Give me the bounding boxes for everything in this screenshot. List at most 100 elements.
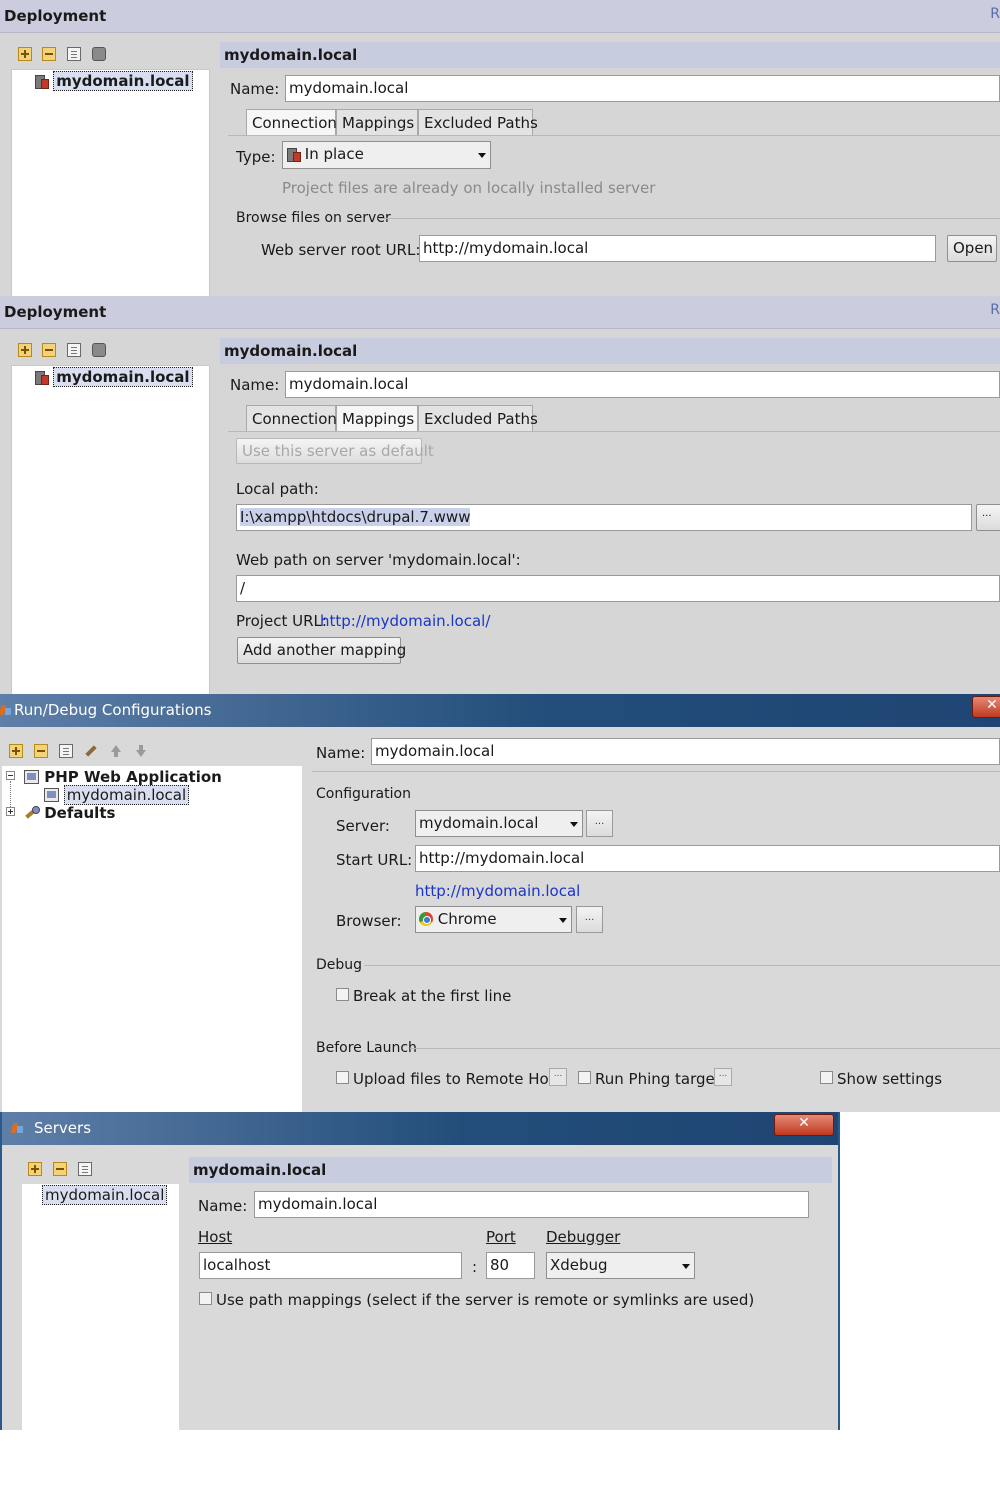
browser-more-button[interactable]: ... [576, 906, 603, 933]
type-hint: Project files are already on locally ins… [282, 179, 656, 197]
deployment-header: Deployment R [0, 0, 1000, 33]
start-url-label: Start URL: [336, 851, 413, 869]
use-as-default-button[interactable]: Use this server as default [236, 438, 434, 464]
debugger-label: Debugger [546, 1228, 621, 1246]
tree-item-mydomain[interactable]: mydomain.local [34, 71, 193, 91]
add-mapping-button[interactable]: Add another mapping [237, 637, 406, 664]
php-web-app-icon [44, 788, 59, 802]
tab-strip: Connection Mappings Excluded Paths [246, 109, 546, 136]
deployment-header: Deployment R [0, 296, 1000, 329]
port-field[interactable]: 80 [486, 1252, 535, 1279]
tree-group-php[interactable]: PHP Web Application [24, 768, 222, 786]
local-path-field[interactable]: I:\xampp\htdocs\drupal.7.www [236, 504, 972, 531]
close-button[interactable]: ✕ [972, 696, 1000, 718]
name-field[interactable]: mydomain.local [285, 371, 1000, 398]
tree-item-label: mydomain.local [63, 785, 190, 805]
upload-files-checkbox[interactable] [336, 1071, 349, 1084]
remove-icon[interactable] [53, 1162, 67, 1176]
start-url-field[interactable]: http://mydomain.local [415, 845, 1000, 872]
name-field[interactable]: mydomain.local [254, 1191, 809, 1218]
tab-excluded-paths[interactable]: Excluded Paths [418, 405, 538, 431]
host-port-colon: : [472, 1258, 478, 1276]
run-debug-panel: Run/Debug Configurations ✕ PHP Web Appli… [0, 694, 1000, 1112]
use-path-mappings-label: Use path mappings (select if the server … [216, 1291, 755, 1309]
close-button[interactable]: ✕ [774, 1114, 834, 1136]
add-icon[interactable] [28, 1162, 42, 1176]
copy-icon[interactable] [67, 47, 81, 61]
type-select[interactable]: In place [282, 141, 491, 169]
browser-label: Browser: [336, 912, 402, 930]
browse-button[interactable]: ... [976, 504, 1000, 531]
server-label: Server: [336, 817, 390, 835]
debugger-select[interactable]: Xdebug [546, 1252, 695, 1279]
remove-icon[interactable] [42, 343, 56, 357]
window-titlebar: Servers ✕ [2, 1112, 838, 1145]
copy-icon[interactable] [67, 343, 81, 357]
upload-files-label: Upload files to Remote Host [353, 1070, 563, 1088]
tab-excluded-paths[interactable]: Excluded Paths [418, 109, 538, 135]
tab-strip: Connection Mappings Excluded Paths [246, 405, 546, 432]
tab-mappings[interactable]: Mappings [336, 109, 418, 135]
defaults-icon [24, 805, 40, 820]
web-root-field[interactable]: http://mydomain.local [419, 235, 936, 262]
run-phing-checkbox[interactable] [578, 1071, 591, 1084]
server-more-button[interactable]: ... [586, 810, 613, 837]
add-icon[interactable] [9, 744, 23, 758]
window-titlebar: Run/Debug Configurations ✕ [0, 694, 1000, 727]
name-field[interactable]: mydomain.local [285, 75, 1000, 102]
database-icon[interactable] [92, 343, 106, 357]
name-field[interactable]: mydomain.local [371, 738, 1000, 765]
debugger-select-value: Xdebug [550, 1256, 608, 1274]
header-right-link[interactable]: R [990, 6, 1000, 22]
copy-icon[interactable] [78, 1162, 92, 1176]
servers-list: mydomain.local [22, 1184, 179, 1430]
add-icon[interactable] [18, 47, 32, 61]
local-path-value: I:\xampp\htdocs\drupal.7.www [240, 508, 471, 526]
list-item-mydomain[interactable]: mydomain.local [42, 1185, 168, 1205]
remove-icon[interactable] [34, 744, 48, 758]
copy-icon[interactable] [59, 744, 73, 758]
web-root-label: Web server root URL: [261, 241, 421, 259]
use-path-mappings-checkbox[interactable] [199, 1292, 212, 1305]
debug-group-label: Debug [316, 957, 363, 973]
tree-item-defaults[interactable]: Defaults [24, 804, 115, 822]
add-icon[interactable] [18, 343, 32, 357]
type-select-value: In place [304, 145, 364, 163]
browse-group-line [378, 218, 1000, 219]
header-right-link[interactable]: R [990, 302, 1000, 318]
start-url-link[interactable]: http://mydomain.local [415, 882, 580, 900]
deployment-mappings-panel: Deployment R mydomain.local mydomain.loc… [0, 296, 1000, 694]
open-button[interactable]: Open [947, 235, 997, 262]
database-icon[interactable] [92, 47, 106, 61]
show-settings-checkbox[interactable] [820, 1071, 833, 1084]
before-launch-group-label: Before Launch [316, 1040, 417, 1056]
web-path-field[interactable]: / [236, 575, 1000, 602]
wrench-icon[interactable] [84, 744, 98, 758]
config-tree: PHP Web Application mydomain.local Defau… [2, 766, 302, 1112]
tab-mappings[interactable]: Mappings [336, 405, 418, 432]
tab-connection[interactable]: Connection [246, 405, 337, 431]
tree-item-mydomain[interactable]: mydomain.local [34, 367, 193, 387]
run-phing-more-button[interactable]: ... [714, 1068, 732, 1086]
expand-toggle[interactable] [6, 807, 15, 816]
arrow-up-icon[interactable] [109, 744, 123, 758]
deployment-title: Deployment [4, 7, 107, 25]
host-field[interactable]: localhost [199, 1252, 462, 1279]
tree-group-label: PHP Web Application [44, 768, 222, 786]
upload-files-more-button[interactable]: ... [549, 1068, 567, 1086]
servers-panel: Servers ✕ mydomain.local mydomain.local … [0, 1112, 840, 1430]
chevron-down-icon [570, 822, 578, 827]
tab-connection[interactable]: Connection [246, 109, 337, 136]
tree-item-mydomain[interactable]: mydomain.local [44, 785, 190, 805]
arrow-down-icon[interactable] [134, 744, 148, 758]
server-select[interactable]: mydomain.local [415, 810, 583, 837]
browser-select[interactable]: Chrome [415, 906, 572, 933]
browse-group-label: Browse files on server [236, 210, 391, 226]
remove-icon[interactable] [42, 47, 56, 61]
break-first-line-label: Break at the first line [353, 987, 512, 1005]
collapse-toggle[interactable] [6, 771, 15, 780]
show-settings-label: Show settings [837, 1070, 943, 1088]
tab-divider [228, 431, 1000, 432]
project-url-link[interactable]: http://mydomain.local/ [320, 612, 490, 630]
break-first-line-checkbox[interactable] [336, 988, 349, 1001]
